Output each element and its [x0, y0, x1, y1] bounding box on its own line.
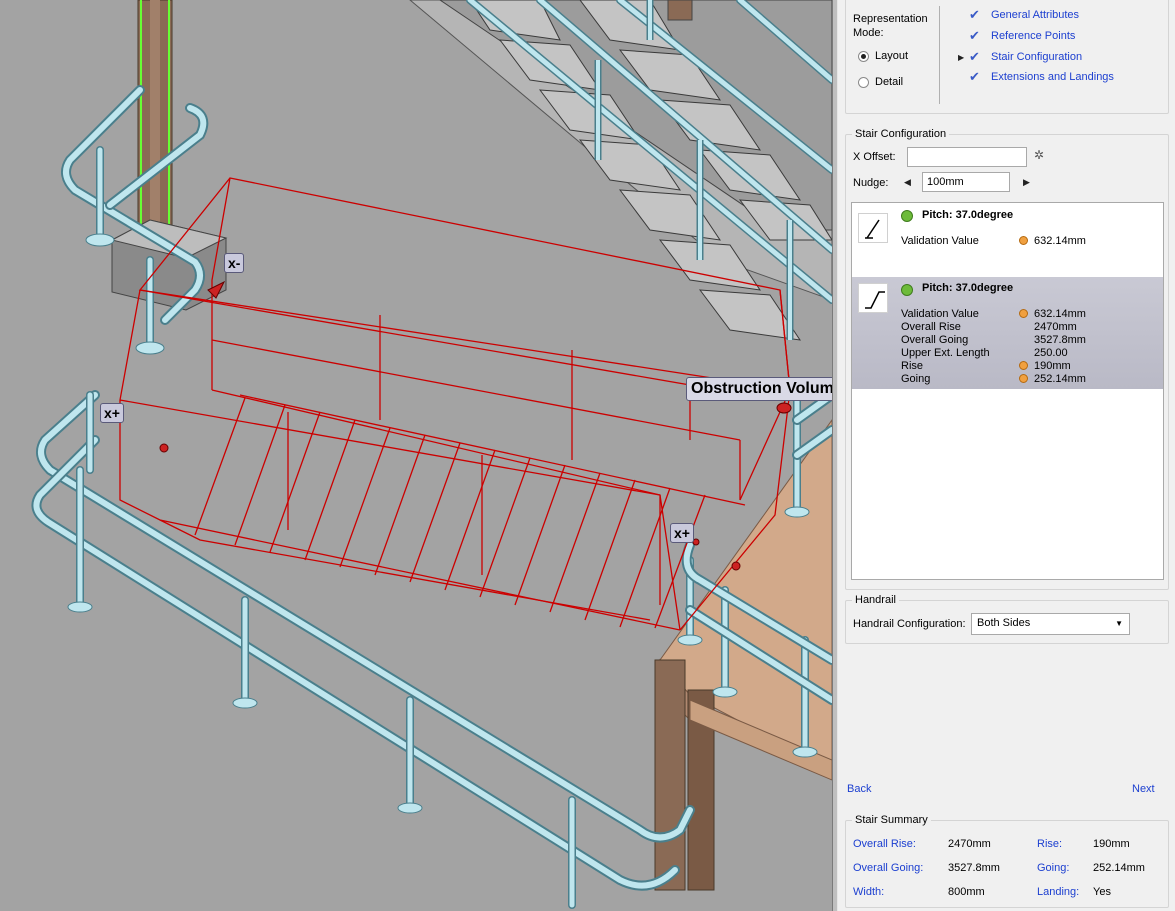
- validation-value-label: Validation Value: [901, 308, 979, 320]
- check-icon: ✔: [969, 69, 980, 84]
- stair-configuration-title: Stair Configuration: [852, 128, 950, 140]
- handrail-configuration-label: Handrail Configuration:: [853, 618, 966, 630]
- going-value: 252.14mm: [1034, 373, 1086, 385]
- overall-rise-value: 2470mm: [1034, 321, 1077, 333]
- rise-label: Rise: [901, 360, 924, 372]
- summary-rise-value: 190mm: [1093, 838, 1130, 850]
- nudge-left-icon[interactable]: ◀: [904, 177, 911, 188]
- nav-label: Reference Points: [991, 30, 1076, 42]
- upper-ext-length-label: Upper Ext. Length: [901, 347, 990, 359]
- summary-overall-going-label: Overall Going:: [853, 862, 924, 874]
- nav-label: Stair Configuration: [991, 51, 1083, 63]
- upper-stair: [409, 0, 832, 341]
- stair-option-2[interactable]: Pitch: 37.0degree Validation Value 632.1…: [852, 277, 1163, 389]
- pitch-landing-icon: [858, 283, 888, 313]
- radio-detail-button[interactable]: [858, 76, 869, 88]
- summary-overall-going-value: 3527.8mm: [948, 862, 1000, 874]
- check-icon: ✔: [969, 28, 980, 43]
- summary-width-value: 800mm: [948, 886, 985, 898]
- representation-mode-label: Representation Mode:: [853, 13, 928, 39]
- pitch-straight-icon: [858, 213, 888, 243]
- pitch-title: Pitch: 37.0degree: [922, 282, 1014, 294]
- pitch-title: Pitch: 37.0degree: [922, 209, 1014, 221]
- x-plus-right-grip-label[interactable]: x+: [670, 523, 694, 543]
- summary-overall-rise-label: Overall Rise:: [853, 838, 916, 850]
- going-label: Going: [901, 373, 931, 385]
- stair-summary-title: Stair Summary: [852, 814, 931, 826]
- obstruction-volume-label: Obstruction Volume: [686, 377, 832, 401]
- summary-rise-label: Rise:: [1037, 838, 1063, 850]
- warning-dot-icon: [1019, 374, 1028, 383]
- x-offset-label: X Offset:: [853, 151, 896, 163]
- x-offset-input[interactable]: [907, 147, 1027, 167]
- stair-options-list[interactable]: Pitch: 37.0degree Validation Value 632.1…: [851, 202, 1164, 580]
- nav-stair-configuration[interactable]: ✔ Stair Configuration: [969, 49, 1082, 65]
- summary-going-value: 252.14mm: [1093, 862, 1145, 874]
- radio-detail-label: Detail: [875, 76, 904, 88]
- summary-going-label: Going:: [1037, 862, 1070, 874]
- stair-option-1[interactable]: Pitch: 37.0degree Validation Value 632.1…: [852, 203, 1163, 275]
- x-plus-left-grip-label[interactable]: x+: [100, 403, 124, 423]
- warning-dot-icon: [1019, 236, 1028, 245]
- back-button[interactable]: Back: [847, 783, 871, 795]
- summary-landing-label: Landing:: [1037, 886, 1080, 898]
- validation-value-label: Validation Value: [901, 235, 979, 247]
- nav-extensions-and-landings[interactable]: ✔ Extensions and Landings: [969, 69, 1114, 85]
- handrail-configuration-value: Both Sides: [977, 617, 1031, 629]
- status-ok-icon: [901, 284, 913, 296]
- chevron-down-icon: ▼: [1115, 619, 1123, 628]
- warning-dot-icon: [1019, 309, 1028, 318]
- nav-general-attributes[interactable]: ✔ General Attributes: [969, 7, 1079, 23]
- nav-label: General Attributes: [991, 9, 1080, 21]
- validation-value: 632.14mm: [1034, 235, 1086, 247]
- nav-label: Extensions and Landings: [991, 71, 1114, 83]
- upper-ext-length-value: 250.00: [1034, 347, 1068, 359]
- overall-going-label: Overall Going: [901, 334, 969, 346]
- mode-divider: [939, 6, 940, 104]
- radio-detail[interactable]: Detail: [858, 76, 903, 88]
- nudge-input[interactable]: [922, 172, 1010, 192]
- grip-handles: [159, 280, 792, 571]
- validation-value: 632.14mm: [1034, 308, 1086, 320]
- check-icon: ✔: [969, 49, 980, 64]
- stair-wizard-panel: Representation Mode: Layout Detail ✔ Gen…: [838, 0, 1175, 911]
- radio-layout-button[interactable]: [858, 50, 869, 62]
- scene-drawing: [31, 0, 832, 909]
- summary-overall-rise-value: 2470mm: [948, 838, 991, 850]
- overall-rise-label: Overall Rise: [901, 321, 961, 333]
- nudge-right-icon[interactable]: ▶: [1023, 177, 1030, 188]
- overall-going-value: 3527.8mm: [1034, 334, 1086, 346]
- summary-landing-value: Yes: [1093, 886, 1111, 898]
- rise-value: 190mm: [1034, 360, 1071, 372]
- check-icon: ✔: [969, 7, 980, 22]
- nav-reference-points[interactable]: ✔ Reference Points: [969, 28, 1075, 44]
- model-viewport[interactable]: x- x+ x+ Obstruction Volume: [0, 0, 832, 911]
- handrail-title: Handrail: [852, 594, 899, 606]
- radio-layout-label: Layout: [875, 50, 909, 62]
- left-upper-handrail: [61, 85, 209, 355]
- current-step-arrow-icon: ▶: [958, 53, 965, 62]
- next-button[interactable]: Next: [1132, 783, 1155, 795]
- x-minus-grip-label[interactable]: x-: [224, 253, 245, 273]
- radio-layout[interactable]: Layout: [858, 50, 908, 62]
- warning-dot-icon: [1019, 361, 1028, 370]
- status-ok-icon: [901, 210, 913, 222]
- nudge-label: Nudge:: [853, 177, 889, 189]
- summary-width-label: Width:: [853, 886, 885, 898]
- pick-point-icon[interactable]: ✲: [1034, 148, 1044, 162]
- handrail-configuration-select[interactable]: Both Sides ▼: [971, 613, 1130, 635]
